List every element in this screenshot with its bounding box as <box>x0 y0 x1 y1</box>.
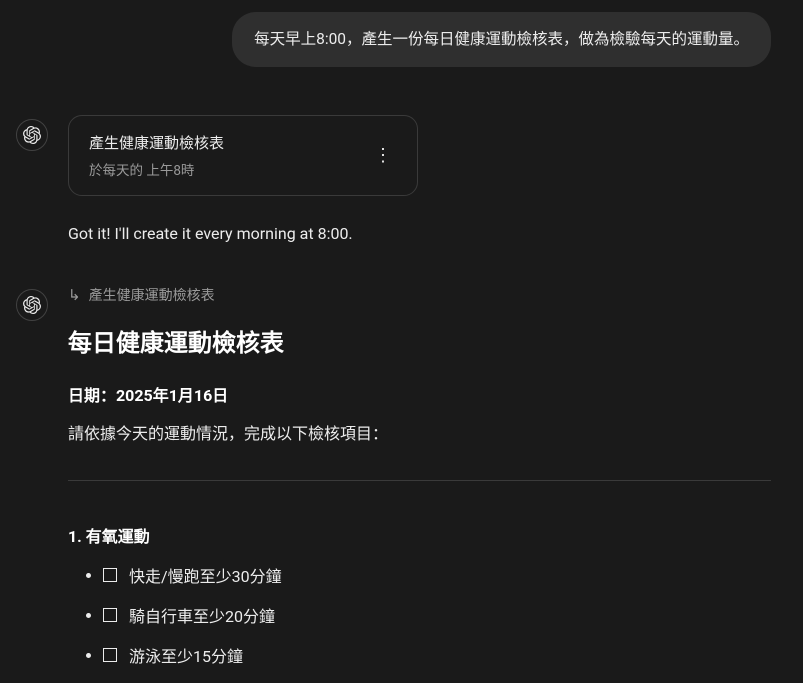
document-title: 每日健康運動檢核表 <box>68 323 771 358</box>
divider <box>68 480 771 481</box>
openai-logo-icon <box>23 126 41 144</box>
checklist-item: 快走/慢跑至少30分鐘 <box>86 563 771 587</box>
reply-header-text: 產生健康運動檢核表 <box>89 285 215 305</box>
checklist-item-text: 騎自行車至少20分鐘 <box>129 603 275 627</box>
checklist-item: 騎自行車至少20分鐘 <box>86 603 771 627</box>
document-instructions: 請依據今天的運動情況，完成以下檢核項目： <box>68 420 771 444</box>
checklist-item: 游泳至少15分鐘 <box>86 643 771 667</box>
section-title-aerobic: 1. 有氧運動 <box>68 523 771 547</box>
task-card-subtitle: 於每天的 上午8時 <box>89 159 224 179</box>
assistant-row-task: 產生健康運動檢核表 於每天的 上午8時 ⋮ Got it! I'll creat… <box>0 115 803 243</box>
reply-header: ↳ 產生健康運動檢核表 <box>68 285 771 305</box>
task-card-more-button[interactable]: ⋮ <box>369 142 397 170</box>
checkbox-icon[interactable] <box>103 608 117 622</box>
user-message-row: 每天早上8:00，產生一份每日健康運動檢核表，做為檢驗每天的運動量。 <box>0 12 803 67</box>
checklist-aerobic: 快走/慢跑至少30分鐘 騎自行車至少20分鐘 游泳至少15分鐘 <box>68 563 771 667</box>
checkbox-icon[interactable] <box>103 648 117 662</box>
user-message-bubble: 每天早上8:00，產生一份每日健康運動檢核表，做為檢驗每天的運動量。 <box>232 12 771 67</box>
scheduled-task-card[interactable]: 產生健康運動檢核表 於每天的 上午8時 ⋮ <box>68 115 418 196</box>
assistant-avatar <box>16 289 48 321</box>
document-date: 日期：2025年1月16日 <box>68 382 771 406</box>
task-card-title: 產生健康運動檢核表 <box>89 132 224 153</box>
checklist-item-text: 游泳至少15分鐘 <box>129 643 243 667</box>
generated-content: ↳ 產生健康運動檢核表 每日健康運動檢核表 日期：2025年1月16日 請依據今… <box>68 285 803 683</box>
assistant-row-generated: ↳ 產生健康運動檢核表 每日健康運動檢核表 日期：2025年1月16日 請依據今… <box>0 285 803 683</box>
bullet-icon <box>86 613 91 618</box>
checkbox-icon[interactable] <box>103 568 117 582</box>
openai-logo-icon <box>23 296 41 314</box>
more-vertical-icon: ⋮ <box>374 147 392 165</box>
assistant-content-task: 產生健康運動檢核表 於每天的 上午8時 ⋮ Got it! I'll creat… <box>68 115 803 243</box>
assistant-avatar <box>16 119 48 151</box>
bullet-icon <box>86 573 91 578</box>
task-card-text: 產生健康運動檢核表 於每天的 上午8時 <box>89 132 224 179</box>
chat-container: 每天早上8:00，產生一份每日健康運動檢核表，做為檢驗每天的運動量。 產生健康運… <box>0 0 803 683</box>
checklist-item-text: 快走/慢跑至少30分鐘 <box>129 563 282 587</box>
reply-arrow-icon: ↳ <box>68 286 81 304</box>
assistant-confirm-text: Got it! I'll create it every morning at … <box>68 224 771 243</box>
user-message-text: 每天早上8:00，產生一份每日健康運動檢核表，做為檢驗每天的運動量。 <box>254 30 749 48</box>
bullet-icon <box>86 653 91 658</box>
